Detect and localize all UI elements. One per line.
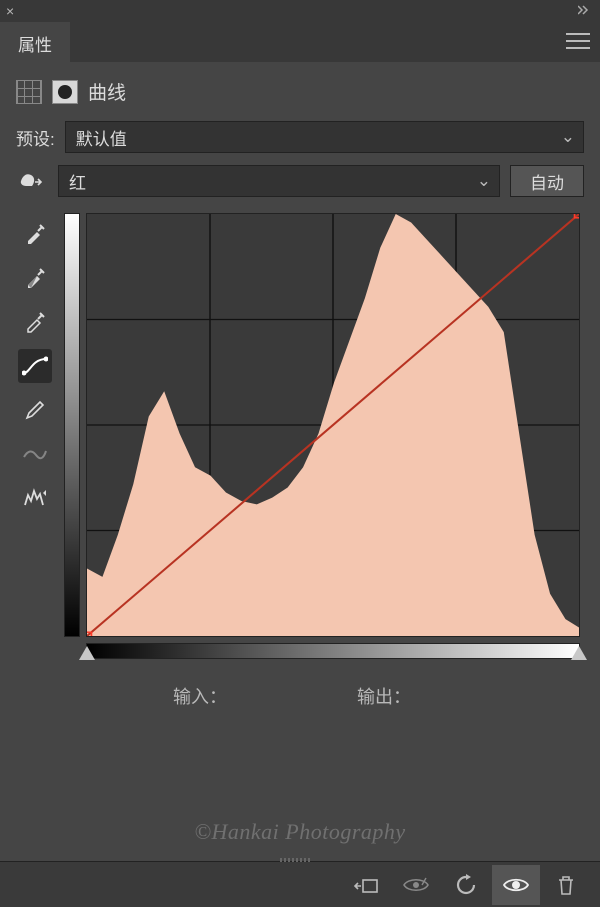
smooth-curve-icon[interactable] <box>18 437 52 471</box>
layer-mask-icon[interactable] <box>52 80 78 104</box>
chevron-down-icon: ⌄ <box>477 171 491 191</box>
adjustment-title: 曲线 <box>88 78 126 105</box>
channel-value: 红 <box>69 169 86 194</box>
preview-toggle-icon[interactable] <box>392 865 440 905</box>
input-gradient <box>86 643 580 659</box>
input-value <box>287 683 297 709</box>
footer-bar <box>0 861 600 907</box>
panel-menu-icon[interactable] <box>566 32 590 50</box>
eyedropper-black-icon[interactable] <box>18 217 52 251</box>
white-point-slider[interactable] <box>571 646 587 660</box>
pencil-icon[interactable] <box>18 393 52 427</box>
preset-label: 预设: <box>16 125 55 150</box>
eyedropper-white-icon[interactable] <box>18 305 52 339</box>
auto-button[interactable]: 自动 <box>510 165 584 197</box>
collapse-chevrons-icon[interactable] <box>578 4 592 19</box>
eyedropper-gray-icon[interactable] <box>18 261 52 295</box>
curves-grid-icon[interactable] <box>16 80 42 104</box>
histogram-baseline-icon[interactable] <box>18 481 52 515</box>
output-gradient <box>64 213 80 637</box>
watermark: ©Hankai Photography <box>0 819 600 845</box>
output-label: 输出： <box>357 683 411 709</box>
visibility-icon[interactable] <box>492 865 540 905</box>
reset-icon[interactable] <box>442 865 490 905</box>
chevron-down-icon: ⌄ <box>561 127 575 147</box>
targeted-adjust-icon[interactable] <box>16 169 48 193</box>
tab-properties[interactable]: 属性 <box>0 22 70 62</box>
trash-icon[interactable] <box>542 865 590 905</box>
preset-select[interactable]: 默认值 ⌄ <box>65 121 584 153</box>
close-icon[interactable]: × <box>6 3 14 19</box>
preset-value: 默认值 <box>76 125 127 150</box>
clip-to-layer-icon[interactable] <box>342 865 390 905</box>
black-point-slider[interactable] <box>79 646 95 660</box>
channel-select[interactable]: 红 ⌄ <box>58 165 500 197</box>
curve-edit-icon[interactable] <box>18 349 52 383</box>
curves-chart[interactable] <box>86 213 580 637</box>
input-label: 输入： <box>173 683 227 709</box>
